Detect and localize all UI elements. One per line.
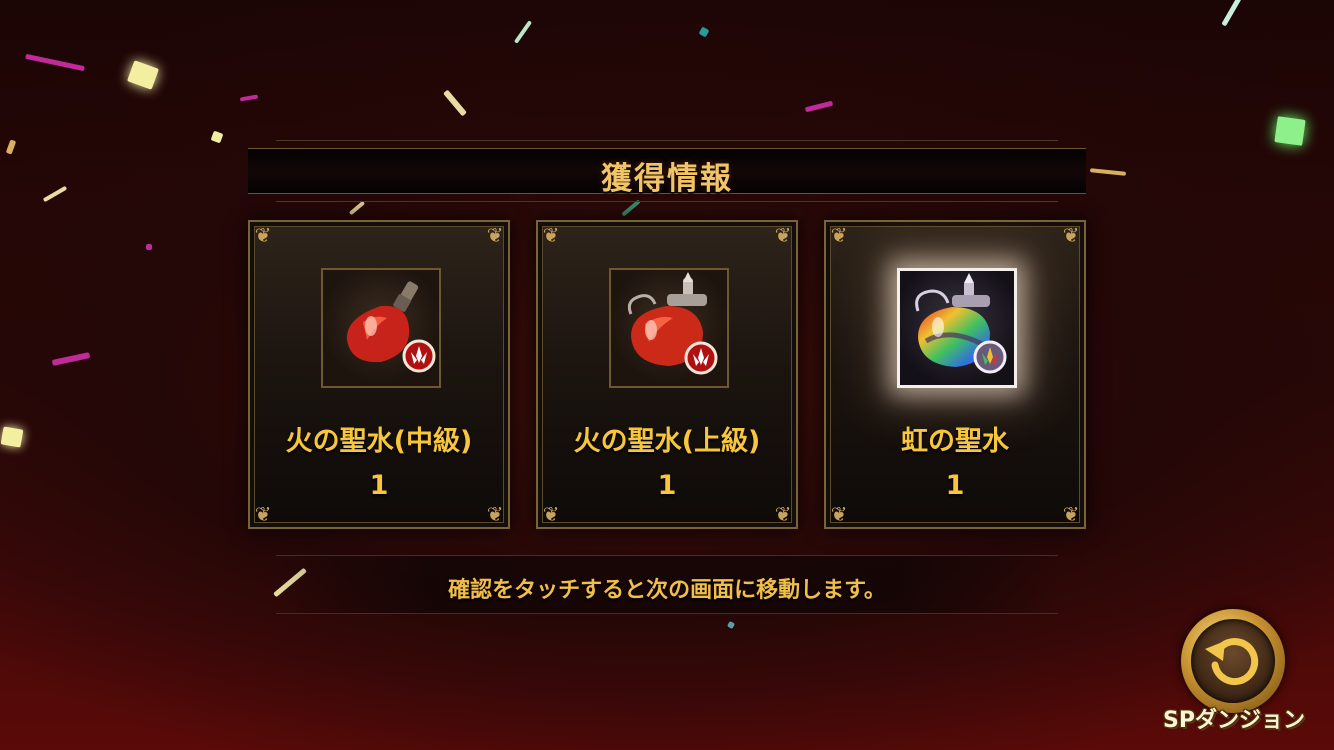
ornament-corner-icon: ❦ bbox=[542, 223, 560, 247]
item-icon-frame bbox=[609, 268, 729, 388]
reward-card[interactable]: ❦ ❦ ❦ ❦ 虹の聖水 1 bbox=[824, 220, 1086, 529]
sp-dungeon-button[interactable]: SPダンジョン bbox=[1156, 606, 1312, 736]
confetti-piece bbox=[726, 620, 736, 630]
item-icon-frame bbox=[897, 268, 1017, 388]
confetti-piece bbox=[239, 94, 259, 102]
confetti-piece bbox=[443, 89, 467, 117]
sp-dungeon-inner bbox=[1191, 619, 1275, 703]
instruction-text: 確認をタッチすると次の画面に移動します。 bbox=[448, 578, 886, 603]
ornament-corner-icon: ❦ bbox=[830, 502, 848, 526]
item-name: 火の聖水(中級) bbox=[285, 426, 473, 457]
reward-card[interactable]: ❦ ❦ ❦ ❦ 火の聖水(中級) 1 bbox=[248, 220, 510, 529]
ornament-corner-icon: ❦ bbox=[830, 223, 848, 247]
confetti-piece bbox=[698, 26, 710, 38]
confetti-piece bbox=[0, 426, 24, 448]
ornament-corner-icon: ❦ bbox=[774, 223, 792, 247]
item-name: 火の聖水(上級) bbox=[573, 426, 761, 457]
confetti-piece bbox=[804, 100, 834, 113]
confetti-piece bbox=[1274, 116, 1306, 146]
rainbow-element-badge-icon bbox=[973, 340, 1007, 374]
ornament-corner-icon: ❦ bbox=[254, 223, 272, 247]
confetti-piece bbox=[42, 185, 68, 203]
item-quantity: 1 bbox=[657, 470, 677, 501]
fire-element-badge-icon bbox=[402, 339, 436, 373]
confetti-piece bbox=[210, 130, 224, 144]
confetti-piece bbox=[127, 60, 159, 90]
fire-element-badge-icon bbox=[684, 341, 718, 375]
ornament-corner-icon: ❦ bbox=[486, 502, 504, 526]
item-quantity: 1 bbox=[369, 470, 389, 501]
confetti-piece bbox=[5, 139, 17, 155]
title-banner: 獲得情報 bbox=[248, 140, 1086, 202]
sp-dungeon-ring bbox=[1181, 609, 1285, 713]
confetti-piece bbox=[1221, 0, 1243, 27]
confetti-piece bbox=[348, 200, 366, 216]
instruction-banner: 確認をタッチすると次の画面に移動します。 bbox=[276, 555, 1058, 614]
confetti-piece bbox=[1089, 168, 1127, 176]
item-quantity: 1 bbox=[945, 470, 965, 501]
confetti-piece bbox=[51, 352, 91, 366]
page-title: 獲得情報 bbox=[601, 161, 733, 197]
ornament-corner-icon: ❦ bbox=[254, 502, 272, 526]
item-name: 虹の聖水 bbox=[901, 426, 1009, 457]
reward-screen[interactable]: 獲得情報 ❦ ❦ ❦ ❦ 火の聖水(中級) 1 ❦ ❦ ❦ ❦ 火の聖水(上級)… bbox=[0, 0, 1334, 750]
sp-dungeon-label: SPダンジョン bbox=[1163, 708, 1305, 733]
return-arrow-icon bbox=[1205, 638, 1259, 686]
ornament-corner-icon: ❦ bbox=[1062, 223, 1080, 247]
item-icon-frame bbox=[321, 268, 441, 388]
ornament-corner-icon: ❦ bbox=[774, 502, 792, 526]
ornament-corner-icon: ❦ bbox=[542, 502, 560, 526]
confetti-piece bbox=[513, 20, 533, 44]
confetti-piece bbox=[146, 244, 152, 250]
ornament-corner-icon: ❦ bbox=[1062, 502, 1080, 526]
reward-card[interactable]: ❦ ❦ ❦ ❦ 火の聖水(上級) 1 bbox=[536, 220, 798, 529]
confetti-piece bbox=[25, 53, 85, 72]
ornament-corner-icon: ❦ bbox=[486, 223, 504, 247]
